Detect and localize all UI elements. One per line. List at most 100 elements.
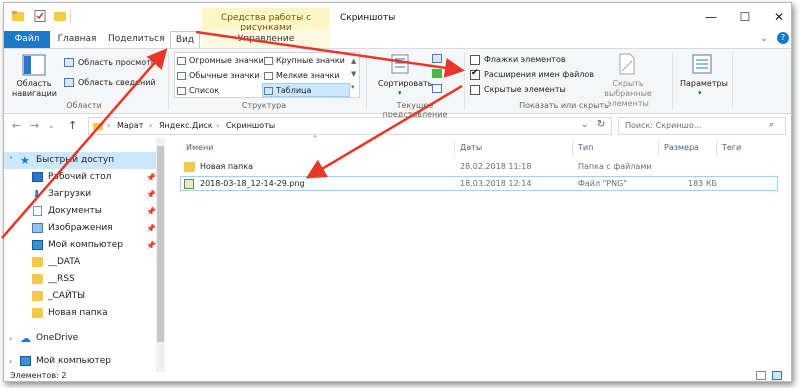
nav-label: Новая папка	[48, 308, 108, 318]
address-dropdown-icon[interactable]: ⌄	[581, 120, 589, 130]
layout-huge-icons[interactable]: Огромные значки	[176, 54, 264, 68]
table-row[interactable]: 2018-03-18_12-14-29.png 18.03.2018 12:14…	[180, 176, 778, 191]
search-box[interactable]: Поиск: Скриншо... ⌕	[618, 117, 786, 135]
picture-tools-label: Средства работы с рисунками	[202, 8, 330, 33]
options-button[interactable]: Параметры	[680, 79, 728, 88]
nav-item-downloads[interactable]: ⬇ Загрузки 📌	[4, 186, 156, 203]
pin-icon[interactable]: 📌	[146, 169, 156, 186]
ribbon-view: Область навигации Область просмотра Обла…	[4, 48, 791, 119]
options-icon	[692, 54, 712, 74]
large-icons-view-icon[interactable]	[772, 371, 782, 380]
close-button[interactable]: ✕	[764, 7, 791, 27]
sort-dropdown-icon[interactable]: ▾	[398, 89, 402, 97]
tab-view[interactable]: Вид	[170, 31, 200, 49]
minimize-button[interactable]: —	[696, 7, 726, 27]
tab-home[interactable]: Главная	[54, 31, 100, 49]
maximize-button[interactable]: ☐	[730, 7, 760, 27]
file-date: 18.03.2018 12:14	[460, 179, 532, 188]
nav-item-pictures[interactable]: Изображения 📌	[4, 220, 156, 237]
navigation-pane-button[interactable]: Область навигации	[12, 79, 57, 99]
file-extensions-label: Расширения имен файлов	[484, 70, 595, 79]
nav-item-new-folder[interactable]: Новая папка	[4, 305, 156, 322]
collapse-ribbon-icon[interactable]: ⌄	[760, 34, 768, 44]
nav-scrollbar-thumb[interactable]	[157, 146, 164, 342]
star-icon: ★	[20, 154, 30, 167]
expand-arrow-icon[interactable]: ›	[9, 353, 12, 370]
nav-item-desktop[interactable]: Рабочий стол 📌	[4, 169, 156, 186]
nav-item-my-computer-root[interactable]: › Мой компьютер	[4, 353, 156, 370]
layout-table[interactable]: Таблица	[262, 83, 350, 97]
breadcrumb-chevron-icon[interactable]: ›	[216, 121, 219, 130]
table-row[interactable]: Новая папка 28.02.2018 11:18 Папка с фай…	[180, 160, 778, 175]
up-arrow-icon[interactable]: ↑	[68, 119, 77, 132]
column-type[interactable]: Тип	[578, 143, 593, 155]
column-size[interactable]: Размера	[664, 143, 699, 155]
column-name[interactable]: Имени	[186, 143, 213, 155]
breadcrumb-item[interactable]: Скриншоты	[226, 121, 275, 130]
sort-button[interactable]: Сортировать	[378, 79, 432, 88]
layout-large-icons[interactable]: Крупные значки	[263, 54, 348, 68]
gallery-scroll-icon[interactable]: ▲ ▼ ▾	[351, 55, 356, 94]
layout-label: Список	[189, 86, 220, 95]
preview-pane-button[interactable]: Область просмотра	[78, 58, 161, 67]
details-pane-button[interactable]: Область сведений	[78, 78, 156, 87]
layout-gallery: Огромные значки Крупные значки Обычные з…	[174, 52, 360, 98]
layout-normal-icons[interactable]: Обычные значки	[176, 69, 261, 83]
breadcrumb-item[interactable]: Яндекс.Диск	[159, 121, 213, 130]
breadcrumb-item[interactable]: Марат	[117, 121, 143, 130]
nav-item-quick-access[interactable]: ˅ ★ Быстрый доступ	[4, 152, 156, 169]
layout-list[interactable]: Список	[176, 84, 261, 98]
nav-item-onedrive[interactable]: › ☁ OneDrive	[4, 330, 156, 347]
add-columns-icon[interactable]	[432, 69, 442, 78]
tab-file[interactable]: Файл	[4, 31, 50, 49]
pin-icon[interactable]: 📌	[146, 203, 156, 220]
file-size: 183 КБ	[688, 179, 717, 188]
nav-label: Мой компьютер	[48, 240, 123, 250]
file-extensions-checkbox[interactable]	[470, 68, 480, 80]
new-folder-icon[interactable]	[54, 10, 66, 22]
nav-item-rss[interactable]: __RSS	[4, 271, 156, 288]
hide-selected-icon	[618, 53, 636, 75]
forward-arrow-icon[interactable]: →	[30, 119, 39, 132]
back-arrow-icon[interactable]: ←	[12, 119, 21, 132]
breadcrumb-chevron-icon[interactable]: ›	[149, 121, 152, 130]
nav-item-my-computer[interactable]: Мой компьютер 📌	[4, 237, 156, 254]
breadcrumb-chevron-icon[interactable]: ›	[107, 121, 110, 130]
recent-locations-icon[interactable]: ⌄	[48, 121, 55, 130]
nav-item-documents[interactable]: Документы 📌	[4, 203, 156, 220]
layout-small-icons[interactable]: Мелкие значки	[263, 69, 348, 83]
tab-share[interactable]: Поделиться	[108, 31, 165, 49]
nav-label: OneDrive	[36, 333, 79, 343]
column-tags[interactable]: Теги	[722, 143, 741, 155]
pin-icon[interactable]: 📌	[146, 220, 156, 237]
pictures-icon	[32, 223, 43, 233]
column-separator[interactable]	[658, 141, 659, 157]
column-date[interactable]: Даты	[460, 143, 482, 155]
large-icons-icon	[264, 57, 273, 65]
computer-icon	[32, 240, 43, 250]
refresh-icon[interactable]: ↻	[597, 119, 605, 130]
help-icon[interactable]: ?	[777, 32, 789, 44]
expand-arrow-icon[interactable]: ›	[9, 330, 12, 347]
item-checkboxes-checkbox[interactable]	[470, 55, 480, 65]
nav-scrollbar[interactable]	[156, 138, 165, 372]
nav-item-sites[interactable]: _САЙТЫ	[4, 288, 156, 305]
address-bar[interactable]: › Марат › Яндекс.Диск › Скриншоты ⌄ ↻	[88, 117, 612, 135]
column-separator[interactable]	[716, 141, 717, 157]
details-view-icon[interactable]	[756, 371, 766, 380]
hidden-items-checkbox[interactable]	[470, 85, 480, 95]
group-by-icon[interactable]	[432, 54, 442, 63]
expand-arrow-icon[interactable]: ˅	[9, 152, 13, 169]
address-folder-icon	[93, 121, 103, 131]
nav-item-data[interactable]: __DATA	[4, 254, 156, 271]
cloud-icon: ☁	[20, 332, 31, 345]
size-columns-icon[interactable]	[432, 84, 442, 93]
options-dropdown-icon[interactable]: ▾	[698, 89, 702, 97]
layout-label: Огромные значки	[189, 56, 264, 65]
pin-icon[interactable]: 📌	[146, 237, 156, 254]
tab-manage[interactable]: Управление	[202, 31, 330, 49]
column-separator[interactable]	[454, 141, 455, 157]
pin-icon[interactable]: 📌	[146, 186, 156, 203]
column-separator[interactable]	[572, 141, 573, 157]
properties-icon[interactable]	[34, 10, 46, 22]
